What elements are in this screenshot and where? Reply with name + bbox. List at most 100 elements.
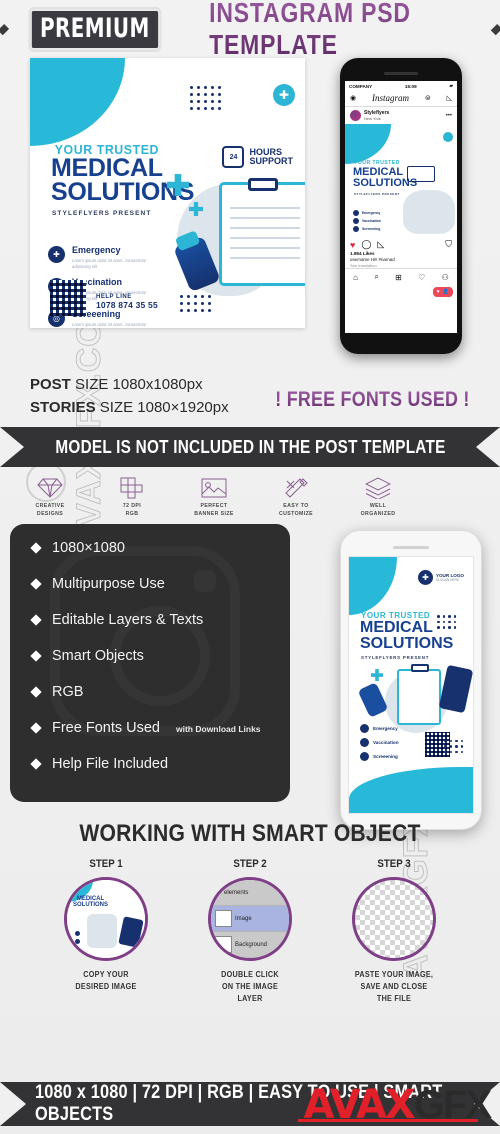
helpline-number: 1078 874 35 55: [96, 300, 158, 310]
hero-preview: ✚ YOUR TRUSTED MEDICAL SOLUTIONS STYLEFL…: [30, 58, 470, 368]
qr-code-image: [50, 280, 86, 316]
instagram-screen: COMPANY 15:09 ▰ ◉ Instagram ⊜ ◺ Stylefly…: [345, 81, 457, 333]
feature-text: Help File Included: [52, 756, 169, 773]
post-size-value: SIZE 1080x1080px: [75, 376, 203, 393]
service-title: Screeening: [362, 227, 381, 231]
send-icon[interactable]: ◺: [377, 239, 384, 250]
story-title-line2: SOLUTIONS: [360, 634, 454, 652]
phone-speaker: [384, 72, 418, 75]
feature-72dpi-rgb: 72 DPI RGB: [96, 477, 168, 518]
profile-icon[interactable]: ⚇: [442, 273, 449, 282]
feature-label: EASY TO CUSTOMIZE: [278, 503, 314, 517]
feature-text: Editable Layers & Texts: [52, 612, 204, 629]
phone-mockup-black: COMPANY 15:09 ▰ ◉ Instagram ⊜ ◺ Stylefly…: [340, 58, 462, 354]
comment-icon[interactable]: ◯: [361, 239, 371, 250]
features-panel: 1080×1080 Multipurpose Use Editable Laye…: [10, 524, 290, 803]
feature-perfect-banner-size: PERFECT BANNER SIZE: [178, 477, 250, 518]
list-item: Editable Layers & Texts: [30, 612, 290, 648]
clipboard-clip-icon: [411, 664, 429, 673]
step-label: STEP 1: [89, 858, 123, 871]
list-item: Help File Included: [30, 756, 290, 792]
step-label: STEP 3: [377, 858, 411, 871]
person-icon: 👤: [442, 289, 449, 295]
clipboard-clip-icon: [248, 178, 278, 191]
phone-mockup-white: ✚ YOUR LOGO SLOGAN HERE YOUR TRUSTED MED…: [340, 530, 482, 831]
home-icon[interactable]: ⌂: [353, 273, 358, 282]
feature-text: Free Fonts Used: [52, 720, 160, 737]
feature-text: Smart Objects: [52, 648, 144, 665]
step-3-thumbnail: [352, 877, 436, 962]
bookmark-icon[interactable]: ⛉: [445, 239, 452, 250]
post-caption: username Hi!! #narnad: [350, 257, 395, 262]
diamond-icon: [30, 650, 42, 662]
list-item: 1080×1080: [30, 540, 290, 576]
step-caption: PASTE YOUR IMAGE, SAVE AND CLOSE THE FIL…: [354, 970, 434, 1004]
heart-icon[interactable]: ♡: [418, 273, 425, 282]
service-desc: Lorem ipsum dolor sit amet, consectetur …: [72, 257, 147, 269]
heart-icon[interactable]: ♥: [350, 240, 355, 250]
features-list: 1080×1080 Multipurpose Use Editable Laye…: [10, 524, 290, 792]
blob-shape: [403, 190, 455, 234]
vaccination-icon: [353, 218, 359, 224]
tv-icon[interactable]: ⊜: [425, 94, 431, 102]
feature-label: PERFECT BANNER SIZE: [194, 503, 234, 517]
more-options-icon[interactable]: •••: [446, 113, 452, 119]
add-icon[interactable]: ⊞: [395, 273, 402, 282]
list-item: RGB: [30, 684, 290, 720]
feature-creative-designs: CREATIVE DESIGNS: [14, 477, 86, 518]
folder-icon: 🗀: [215, 889, 222, 896]
medical-illustration: [159, 162, 305, 302]
smart-object-section: WORKING WITH SMART OBJECT STEP 1 MEDICAL…: [0, 820, 500, 1005]
dot-grid-decor: [180, 295, 211, 312]
avatar[interactable]: [350, 110, 361, 121]
free-fonts-badge: ! FREE FONTS USED !: [275, 388, 470, 411]
layers-icon: [365, 477, 391, 499]
feature-text: Multipurpose Use: [52, 576, 165, 593]
teal-corner-shape: [30, 58, 125, 146]
step-caption: COPY YOUR DESIRED IMAGE: [75, 970, 137, 992]
service-title: Screeening: [373, 754, 398, 760]
step-1-thumbnail: MEDICAL SOLUTIONS: [64, 877, 148, 962]
search-icon[interactable]: ⌕: [374, 272, 378, 282]
camera-icon[interactable]: ◉: [350, 94, 356, 102]
page-header: PREMIUM INSTAGRAM PSD TEMPLATE: [0, 0, 500, 60]
diamond-icon: [0, 23, 9, 35]
emergency-icon: [353, 210, 359, 216]
post-subtitle: STYLEFLYERS PRESENT: [354, 192, 400, 196]
layer-name: Background: [235, 941, 268, 948]
dot-grid-decor: [437, 615, 456, 629]
battery-icon: ▰: [449, 83, 453, 88]
medicine-bottle-icon: [357, 682, 389, 718]
story-logo-badge: ✚ YOUR LOGO SLOGAN HERE: [417, 570, 464, 586]
feature-label: 72 DPI RGB: [122, 503, 142, 517]
step-2-thumbnail: 🗀 elements Image Background: [208, 877, 292, 962]
feature-subtext: with Download Links: [176, 724, 261, 735]
size-info-block: POST SIZE 1080x1080px STORIES SIZE 1080×…: [30, 374, 470, 419]
instagram-topbar: ◉ Instagram ⊜ ◺: [345, 91, 457, 107]
layer-row-selected[interactable]: Image: [211, 906, 289, 933]
instagram-wordmark: Instagram: [371, 93, 409, 103]
logo-slogan: SLOGAN HERE: [435, 578, 459, 583]
story-subtitle: STYLEFLYERS PRESENT: [361, 655, 430, 661]
send-icon[interactable]: ◺: [447, 94, 452, 102]
post-size-label: POST: [30, 376, 71, 393]
clipboard-shape: [219, 178, 305, 286]
emergency-icon: [360, 724, 369, 734]
service-title: Emergency: [362, 211, 381, 215]
layer-thumbnail: [215, 936, 232, 954]
features-section: 1080×1080 Multipurpose Use Editable Laye…: [0, 524, 500, 831]
list-item: Smart Objects: [30, 648, 290, 684]
feature-text: RGB: [52, 684, 84, 701]
diamond-icon: [491, 23, 500, 35]
grid-icon: [120, 477, 143, 499]
service-title: Emergency: [373, 726, 398, 732]
image-icon: [201, 478, 227, 498]
step-3: STEP 3 PASTE YOUR IMAGE, SAVE AND CLOSE …: [335, 858, 453, 1005]
service-title: Emergency: [72, 245, 121, 255]
status-time: 15:09: [404, 83, 417, 89]
dot-grid-decor: [444, 739, 463, 754]
model-notice-text: MODEL IS NOT INCLUDED IN THE POST TEMPLA…: [54, 436, 446, 457]
post-author-row[interactable]: Styleflyers New York •••: [345, 107, 457, 124]
layer-name: Image: [235, 915, 252, 922]
diamond-icon: [30, 578, 42, 590]
